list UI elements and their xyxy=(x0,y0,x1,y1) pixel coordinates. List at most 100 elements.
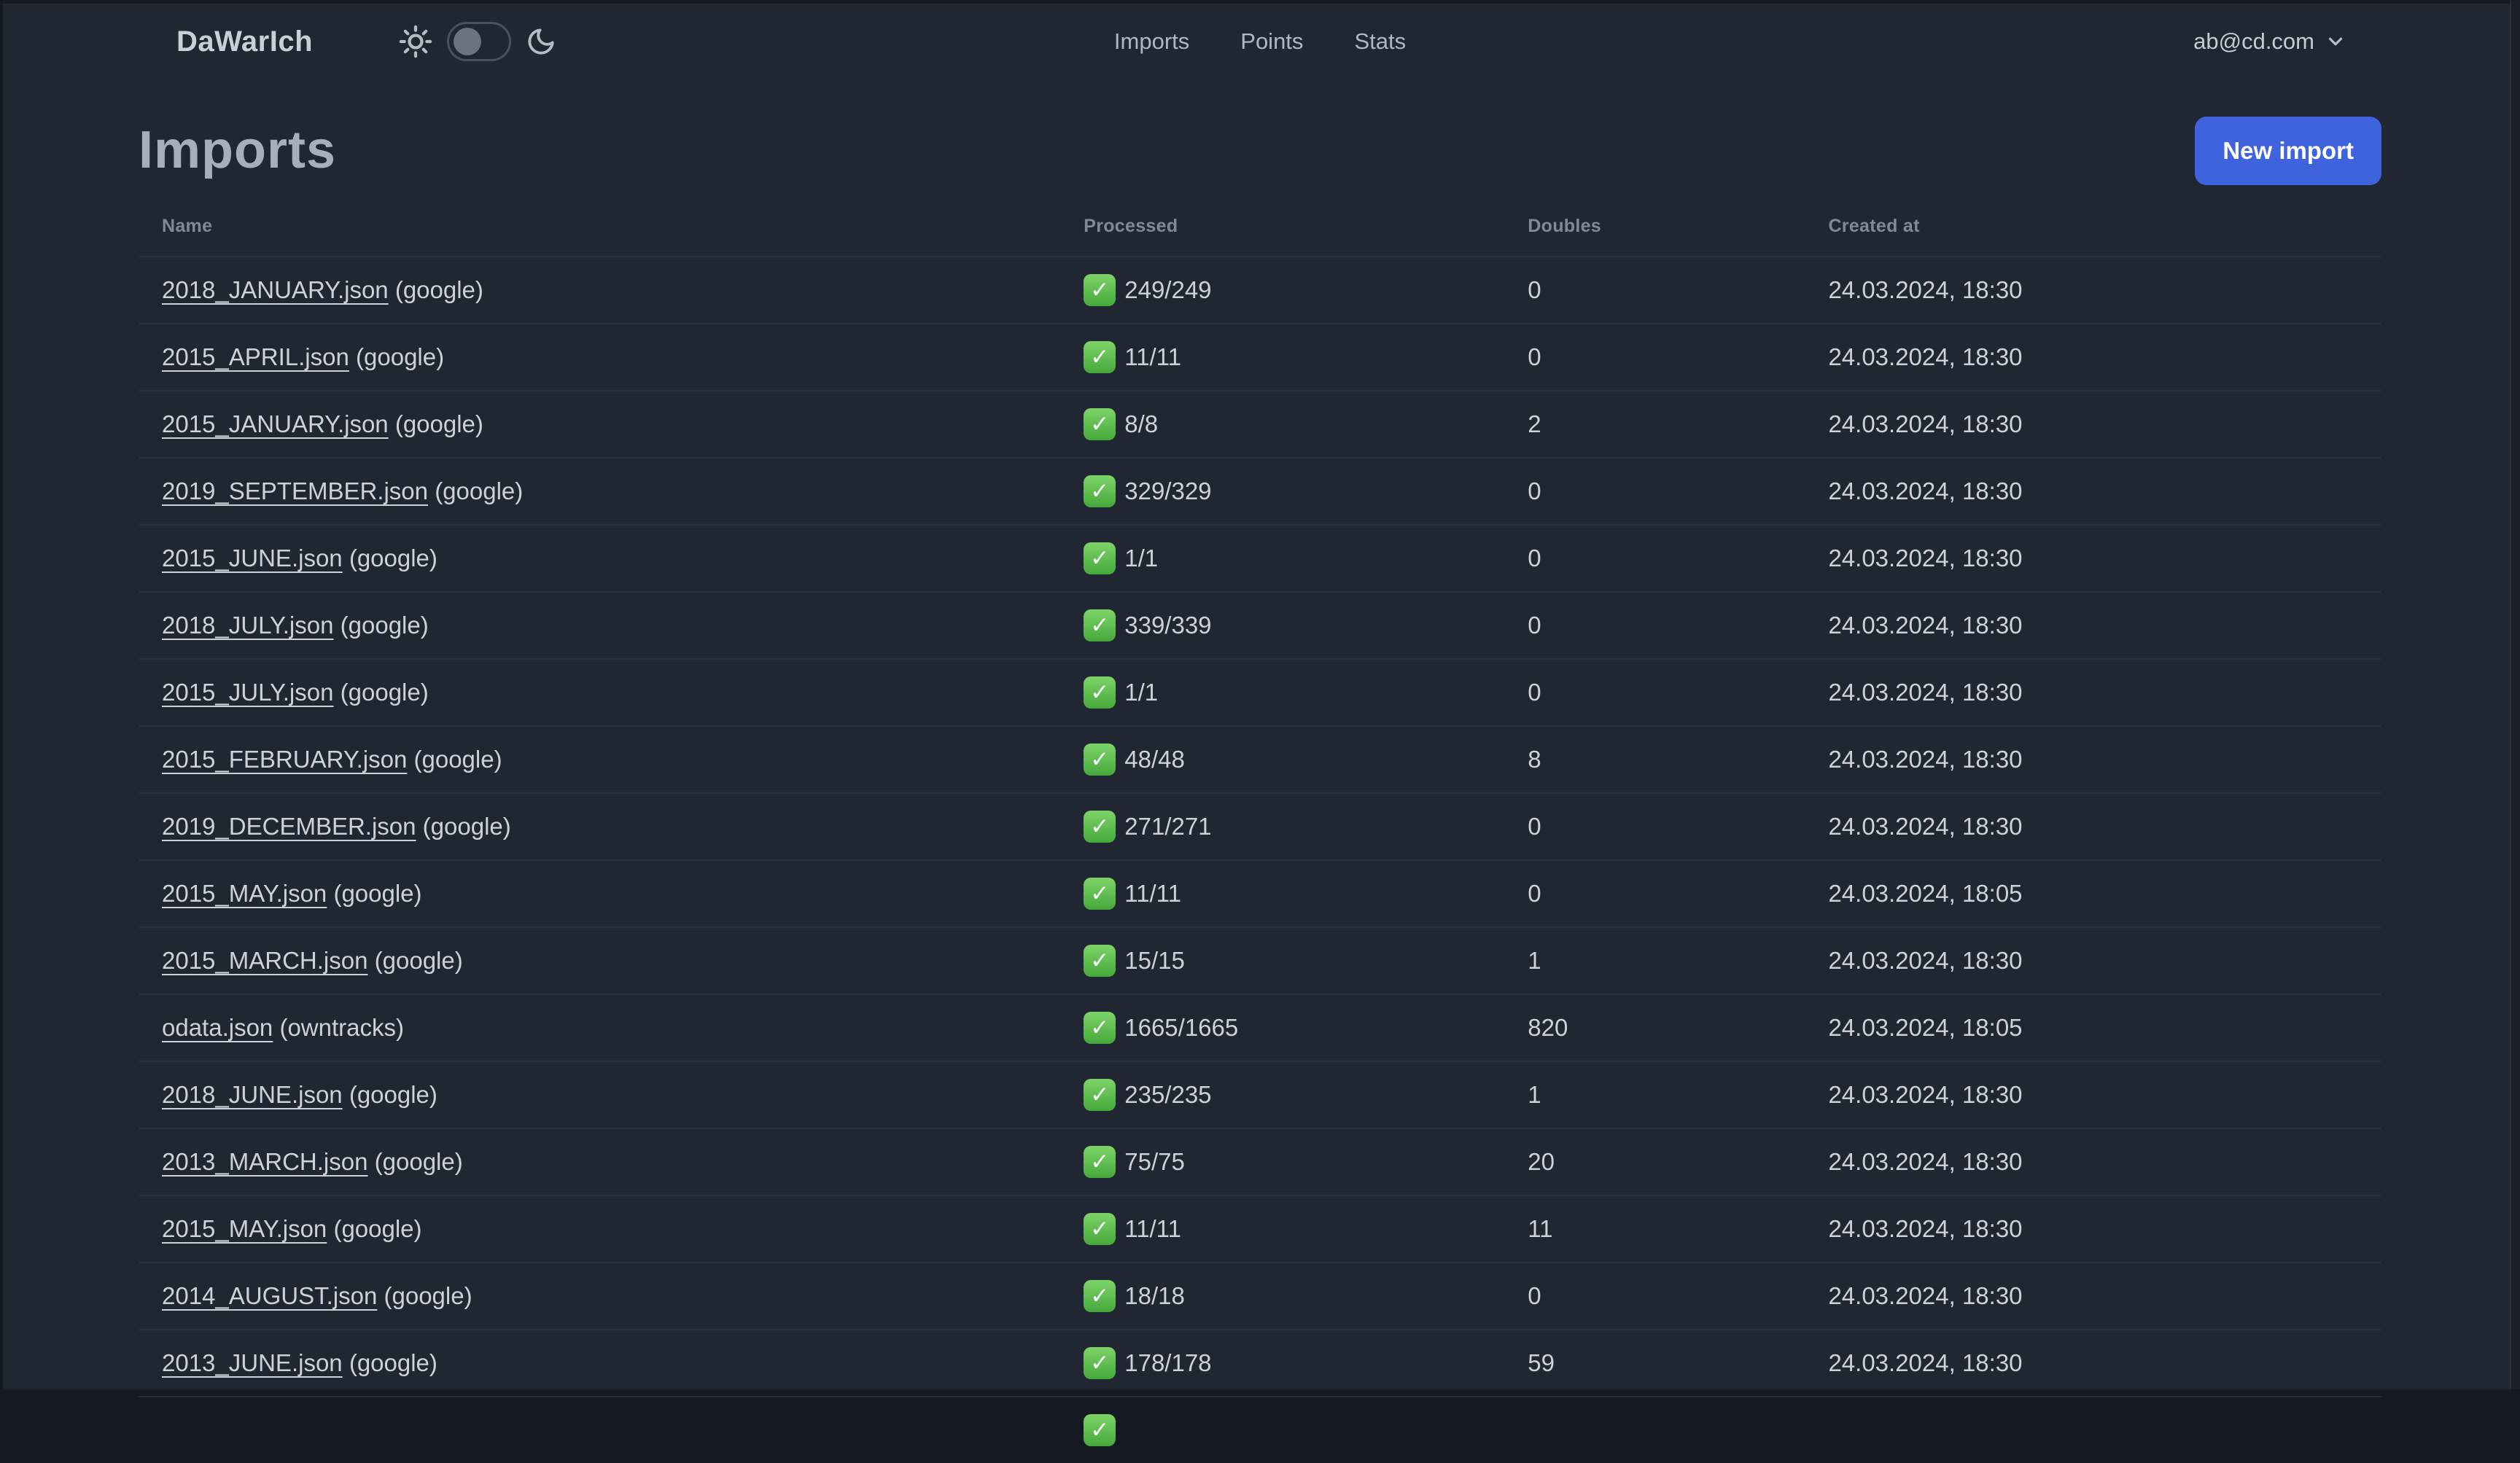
created-at-value: 24.03.2024, 18:30 xyxy=(1805,658,2381,726)
table-row: 2015_FEBRUARY.json (google) ✓ 48/48 8 24… xyxy=(139,725,2381,793)
table-row: 2019_DECEMBER.json (google) ✓ 271/271 0 … xyxy=(139,792,2381,860)
success-check-icon: ✓ xyxy=(1084,542,1116,574)
created-at-value: 24.03.2024, 18:30 xyxy=(1805,1262,2381,1330)
processed-cell: ✓ 75/75 xyxy=(1060,1128,1505,1195)
processed-cell: ✓ 11/11 xyxy=(1060,859,1505,927)
import-file-link[interactable]: 2015_MAY.json xyxy=(162,880,327,907)
import-source-label: (google) xyxy=(333,880,422,907)
table-row: 2019_SEPTEMBER.json (google) ✓ 329/329 0… xyxy=(139,457,2381,525)
created-at-value xyxy=(1805,1396,2381,1463)
processed-count: 15/15 xyxy=(1124,947,1185,974)
created-at-value: 24.03.2024, 18:05 xyxy=(1805,994,2381,1061)
moon-icon xyxy=(526,26,556,57)
import-file-link[interactable]: 2013_JUNE.json xyxy=(162,1349,343,1376)
table-row: 2014_AUGUST.json (google) ✓ 18/18 0 24.0… xyxy=(139,1262,2381,1330)
doubles-count: 11 xyxy=(1504,1195,1805,1263)
processed-count: 1/1 xyxy=(1124,545,1159,571)
processed-count: 75/75 xyxy=(1124,1148,1185,1175)
sun-icon xyxy=(399,25,432,58)
import-file-link[interactable]: 2014_AUGUST.json xyxy=(162,1282,377,1309)
import-file-link[interactable]: 2019_DECEMBER.json xyxy=(162,813,416,840)
import-source-label: (google) xyxy=(435,477,524,504)
success-check-icon: ✓ xyxy=(1084,1079,1116,1111)
name-cell: 2015_FEBRUARY.json (google) xyxy=(139,725,1061,793)
import-source-label: (google) xyxy=(394,276,483,303)
doubles-count: 820 xyxy=(1504,994,1805,1061)
import-file-link[interactable]: 2019_SEPTEMBER.json xyxy=(162,477,428,504)
success-check-icon: ✓ xyxy=(1084,878,1116,910)
nav-imports[interactable]: Imports xyxy=(1114,28,1189,55)
name-cell: 2013_JUNE.json (google) xyxy=(139,1329,1061,1397)
user-email: ab@cd.com xyxy=(2193,28,2314,54)
table-row: 2015_MAY.json (google) ✓ 11/11 0 24.03.2… xyxy=(139,859,2381,927)
created-at-value: 24.03.2024, 18:30 xyxy=(1805,390,2381,458)
name-cell: 2019_SEPTEMBER.json (google) xyxy=(139,457,1061,525)
import-file-link[interactable]: 2018_JULY.json xyxy=(162,612,333,639)
name-cell: 2015_MAY.json (google) xyxy=(139,859,1061,927)
success-check-icon: ✓ xyxy=(1084,945,1116,977)
created-at-value: 24.03.2024, 18:30 xyxy=(1805,1329,2381,1397)
column-header-name: Name xyxy=(162,216,213,236)
doubles-count: 20 xyxy=(1504,1128,1805,1195)
processed-count: 8/8 xyxy=(1124,410,1159,437)
table-row-partial: ✓ xyxy=(139,1396,2381,1463)
import-file-link[interactable]: 2015_JANUARY.json xyxy=(162,410,389,437)
user-menu[interactable]: ab@cd.com xyxy=(2193,28,2346,55)
import-source-label: (google) xyxy=(374,947,463,974)
doubles-count: 0 xyxy=(1504,256,1805,324)
import-file-link[interactable]: 2013_MARCH.json xyxy=(162,1148,368,1175)
processed-count: 178/178 xyxy=(1124,1349,1212,1376)
main-nav: Imports Points Stats xyxy=(1114,28,1406,55)
doubles-count: 0 xyxy=(1504,457,1805,525)
import-file-link[interactable]: 2015_MARCH.json xyxy=(162,947,368,974)
nav-stats[interactable]: Stats xyxy=(1354,28,1406,55)
theme-toggle[interactable] xyxy=(447,22,512,61)
theme-toggle-knob xyxy=(454,28,482,55)
import-source-label: (google) xyxy=(349,1349,438,1376)
import-file-link[interactable]: odata.json xyxy=(162,1014,273,1041)
name-cell: 2015_APRIL.json (google) xyxy=(139,323,1061,391)
table-header-row: Name Processed Doubles Created at xyxy=(139,188,2381,257)
created-at-value: 24.03.2024, 18:05 xyxy=(1805,859,2381,927)
processed-count: 11/11 xyxy=(1124,1215,1181,1242)
import-source-label: (google) xyxy=(356,343,445,370)
table-row: 2015_JUNE.json (google) ✓ 1/1 0 24.03.20… xyxy=(139,524,2381,592)
name-cell: 2015_JANUARY.json (google) xyxy=(139,390,1061,458)
import-file-link[interactable]: 2015_MAY.json xyxy=(162,1215,327,1242)
doubles-count xyxy=(1504,1396,1805,1463)
doubles-count: 59 xyxy=(1504,1329,1805,1397)
table-row: 2013_MARCH.json (google) ✓ 75/75 20 24.0… xyxy=(139,1128,2381,1195)
import-file-link[interactable]: 2018_JUNE.json xyxy=(162,1081,343,1108)
imports-page: Imports New import Name Processed Double… xyxy=(0,117,2520,1463)
nav-points[interactable]: Points xyxy=(1240,28,1303,55)
name-cell: 2015_MARCH.json (google) xyxy=(139,926,1061,994)
import-source-label: (google) xyxy=(413,746,502,773)
created-at-value: 24.03.2024, 18:30 xyxy=(1805,323,2381,391)
import-file-link[interactable]: 2015_JULY.json xyxy=(162,679,333,706)
success-check-icon: ✓ xyxy=(1084,1414,1116,1446)
import-file-link[interactable]: 2018_JANUARY.json xyxy=(162,276,389,303)
success-check-icon: ✓ xyxy=(1084,408,1116,440)
created-at-value: 24.03.2024, 18:30 xyxy=(1805,792,2381,860)
import-file-link[interactable]: 2015_JUNE.json xyxy=(162,545,343,571)
import-file-link[interactable]: 2015_APRIL.json xyxy=(162,343,349,370)
doubles-count: 0 xyxy=(1504,591,1805,659)
created-at-value: 24.03.2024, 18:30 xyxy=(1805,1195,2381,1263)
name-cell: 2015_JULY.json (google) xyxy=(139,658,1061,726)
import-file-link[interactable]: 2015_FEBRUARY.json xyxy=(162,746,407,773)
processed-count: 1665/1665 xyxy=(1124,1014,1239,1041)
table-row: 2015_JULY.json (google) ✓ 1/1 0 24.03.20… xyxy=(139,658,2381,726)
created-at-value: 24.03.2024, 18:30 xyxy=(1805,256,2381,324)
name-cell: 2015_MAY.json (google) xyxy=(139,1195,1061,1263)
processed-cell: ✓ 329/329 xyxy=(1060,457,1505,525)
app-logo[interactable]: DaWarIch xyxy=(176,26,313,58)
name-cell: 2013_MARCH.json (google) xyxy=(139,1128,1061,1195)
processed-count: 48/48 xyxy=(1124,746,1185,773)
success-check-icon: ✓ xyxy=(1084,274,1116,306)
new-import-button[interactable]: New import xyxy=(2195,117,2381,185)
created-at-value: 24.03.2024, 18:30 xyxy=(1805,1061,2381,1128)
processed-count: 18/18 xyxy=(1124,1282,1185,1309)
import-source-label: (google) xyxy=(384,1282,472,1309)
processed-cell: ✓ 8/8 xyxy=(1060,390,1505,458)
window-edge-right xyxy=(2510,0,2520,1389)
